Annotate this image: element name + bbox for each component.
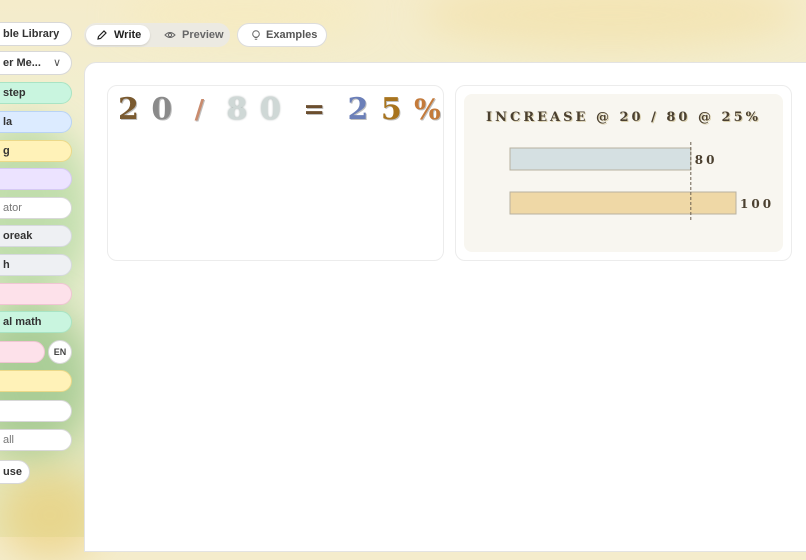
sidebar-item-label: la xyxy=(3,116,13,128)
sidebar-item-label: g xyxy=(3,145,10,157)
sidebar-item-mental-math[interactable]: al math xyxy=(0,311,72,333)
equation-glyph: 2 xyxy=(118,92,139,127)
equation-glyph: 5 xyxy=(380,92,402,127)
sidebar-item-label: step xyxy=(3,87,26,99)
sidebar-item-label: all xyxy=(3,434,15,446)
sidebar-item-sample-library[interactable]: ble Library xyxy=(0,22,72,46)
tab-write-label: Write xyxy=(114,29,142,41)
sidebar-item-math[interactable]: h xyxy=(0,254,72,276)
equation-glyph: = xyxy=(303,95,326,125)
bar-value-label: 80 xyxy=(695,153,718,167)
sidebar-item-yellow[interactable]: g xyxy=(0,140,72,162)
sidebar-item-formula[interactable]: la xyxy=(0,111,72,133)
tab-write[interactable]: Write xyxy=(86,25,150,45)
bar-value-label: 100 xyxy=(740,197,774,211)
mode-tabs: Write Preview xyxy=(84,23,230,47)
examples-button-label: Examples xyxy=(266,29,318,41)
sidebar-item-dropdown[interactable]: er Me... ∨ xyxy=(0,51,72,75)
eye-icon xyxy=(164,32,176,38)
sidebar-item-yellow-2[interactable] xyxy=(0,370,72,392)
equation-glyph: 2 xyxy=(347,92,369,127)
chevron-down-icon: ∨ xyxy=(52,57,61,69)
sidebar-item-language-input[interactable] xyxy=(0,341,45,363)
lightbulb-icon xyxy=(252,30,260,40)
sidebar-item-label: al math xyxy=(3,316,42,328)
sidebar-item-purple[interactable] xyxy=(0,168,72,190)
bar-chart: 80 100 xyxy=(509,142,774,220)
equation-glyph: 0 xyxy=(151,92,173,127)
sidebar-item-label: ator xyxy=(3,202,22,214)
sidebar-item-break[interactable]: oreak xyxy=(0,225,72,247)
bar-100 xyxy=(509,191,737,215)
chart-panel: INCREASE @ 20 / 80 @ 25% 80 100 xyxy=(464,94,783,252)
pencil-icon xyxy=(97,30,107,40)
equation-display: 2 0 / 8 0 = 2 5 % xyxy=(118,90,449,130)
equation-glyph: 8 xyxy=(226,92,248,127)
equation-glyph: % xyxy=(414,93,441,126)
language-badge[interactable]: EN xyxy=(48,340,72,364)
sidebar-item-label: ble Library xyxy=(3,28,60,40)
tab-preview[interactable]: Preview xyxy=(154,25,228,45)
examples-button[interactable]: Examples xyxy=(237,23,327,47)
equation-card: 2 0 / 8 0 = 2 5 % xyxy=(107,85,444,261)
main-panel: 2 0 / 8 0 = 2 5 % INCREASE @ 20 / 80 @ 2… xyxy=(84,62,806,552)
equation-glyph: 0 xyxy=(259,92,281,127)
sidebar-item-label: er Me... xyxy=(3,57,41,69)
tab-preview-label: Preview xyxy=(182,29,224,41)
sidebar-item-use[interactable]: use xyxy=(0,460,30,484)
sidebar-item-all[interactable]: all xyxy=(0,429,72,451)
sidebar-item-pink[interactable] xyxy=(0,283,72,305)
sidebar-item-step[interactable]: step xyxy=(0,82,72,104)
sidebar-item-calculator[interactable]: ator xyxy=(0,197,72,219)
bar-80 xyxy=(509,147,692,171)
sidebar-item-label: use xyxy=(3,466,22,478)
chart-card: INCREASE @ 20 / 80 @ 25% 80 100 xyxy=(455,85,792,261)
sidebar-item-blank[interactable] xyxy=(0,400,72,422)
sidebar-item-label: h xyxy=(3,259,10,271)
equation-glyph: / xyxy=(194,95,205,125)
sidebar-item-label: oreak xyxy=(3,230,33,242)
